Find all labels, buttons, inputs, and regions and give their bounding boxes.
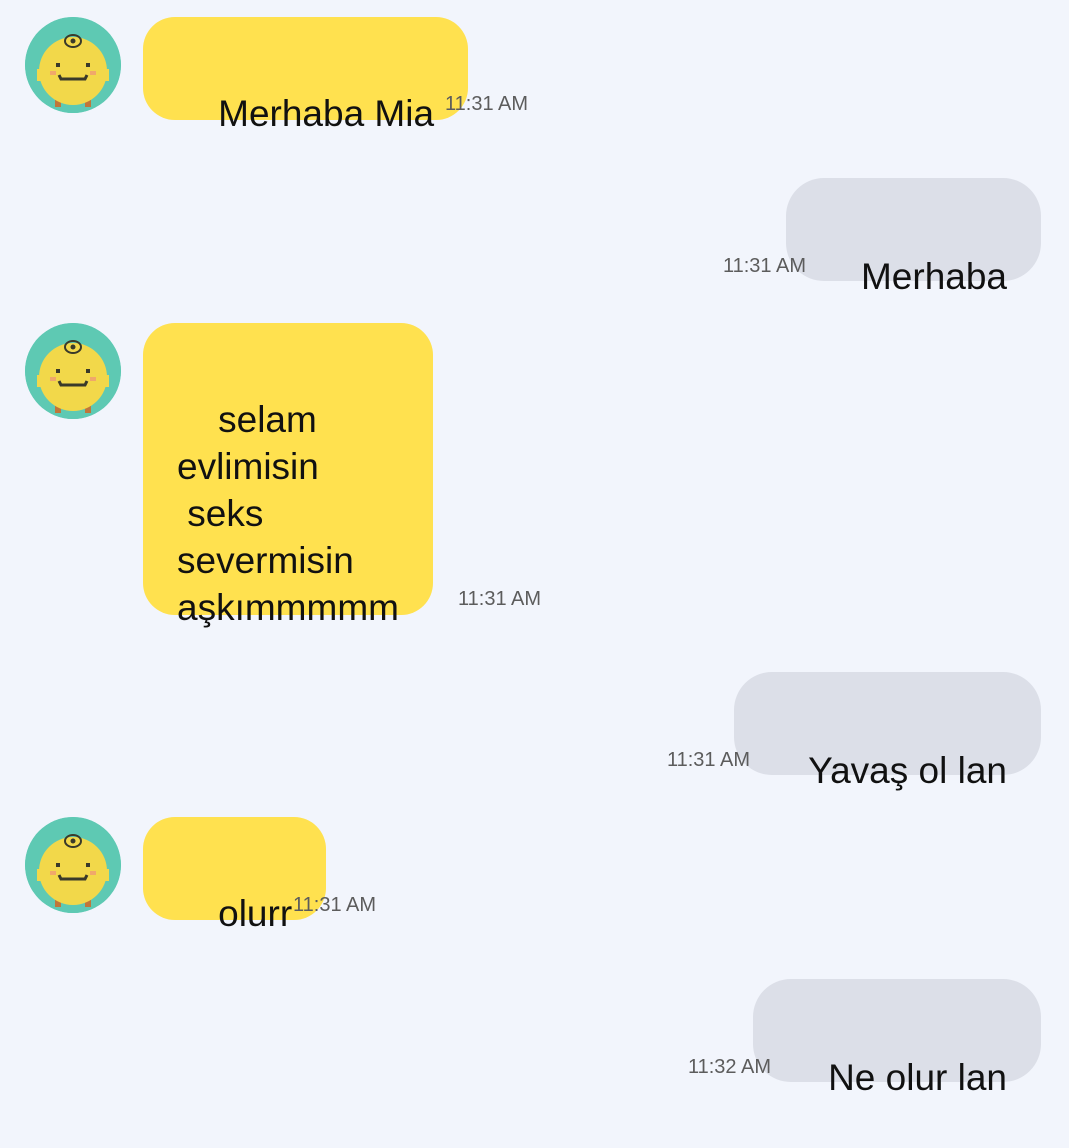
yellow-smiley-avatar-icon	[25, 17, 121, 113]
message-text: Merhaba	[860, 256, 1007, 297]
incoming-message-bubble[interactable]: Merhaba Mia	[143, 17, 469, 134]
message-timestamp: 11:31 AM	[458, 588, 542, 610]
message-text: Merhaba Mia	[218, 93, 435, 134]
outgoing-message-bubble[interactable]: Merhaba	[785, 178, 1041, 297]
chat-thread: Merhaba Mia 11:31 AM Merhaba 11:31 AM se…	[0, 0, 1069, 1105]
contact-avatar-icon[interactable]	[25, 17, 121, 113]
message-timestamp: 11:31 AM	[722, 255, 806, 277]
yellow-smiley-avatar-icon	[25, 323, 121, 419]
message-timestamp: 11:31 AM	[666, 749, 750, 771]
message-timestamp: 11:32 AM	[687, 1056, 771, 1078]
outgoing-message-bubble[interactable]: Ne olur lan	[752, 979, 1041, 1098]
contact-avatar-icon[interactable]	[25, 323, 121, 419]
incoming-message-bubble[interactable]: selam evlimisin seks severmisin aşkımmmm…	[143, 323, 433, 628]
yellow-smiley-avatar-icon	[25, 817, 121, 913]
message-text: selam evlimisin seks severmisin aşkımmmm…	[177, 399, 399, 628]
message-text: Ne olur lan	[828, 1057, 1007, 1098]
message-text: Yavaş ol lan	[808, 750, 1007, 791]
message-text: olurr	[218, 893, 293, 934]
message-timestamp: 11:31 AM	[293, 894, 377, 916]
contact-avatar-icon[interactable]	[25, 817, 121, 913]
message-timestamp: 11:31 AM	[445, 93, 529, 115]
outgoing-message-bubble[interactable]: Yavaş ol lan	[733, 672, 1041, 791]
